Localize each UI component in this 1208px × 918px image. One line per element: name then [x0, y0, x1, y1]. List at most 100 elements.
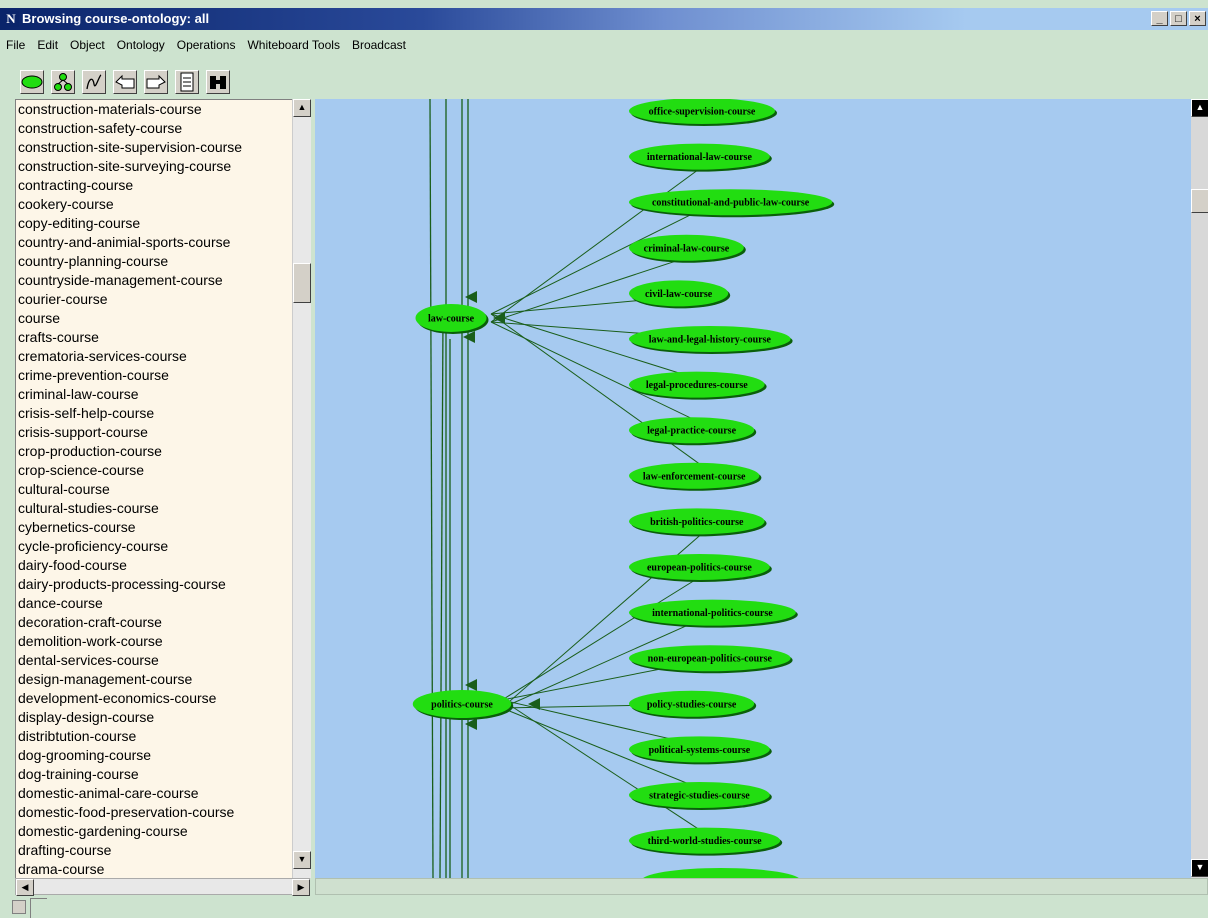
list-item[interactable]: cycle-proficiency-course [16, 537, 292, 556]
list-item[interactable]: crop-production-course [16, 442, 292, 461]
graph-node[interactable]: policy-studies-course [629, 690, 757, 719]
menu-operations[interactable]: Operations [177, 38, 236, 58]
node-label: british-politics-course [650, 517, 744, 528]
scroll-up-button[interactable]: ▲ [293, 99, 311, 117]
list-item[interactable]: domestic-food-preservation-course [16, 803, 292, 822]
list-item[interactable]: cultural-studies-course [16, 499, 292, 518]
menu-edit[interactable]: Edit [37, 38, 58, 58]
parent-node-law[interactable]: law-course [415, 304, 489, 334]
list-item[interactable]: country-planning-course [16, 252, 292, 271]
list-item[interactable]: country-and-animial-sports-course [16, 233, 292, 252]
menu-file[interactable]: File [6, 38, 25, 58]
graph-node[interactable]: constitutional-and-public-law-course [629, 189, 835, 218]
list-item[interactable]: copy-editing-course [16, 214, 292, 233]
parent-node-politics[interactable]: politics-course [412, 690, 514, 720]
graph-node[interactable]: strategic-studies-course [629, 782, 772, 810]
maximize-button[interactable]: □ [1170, 11, 1187, 26]
graph-node[interactable]: criminal-law-course [629, 234, 746, 263]
ellipse-node-icon[interactable] [20, 70, 44, 94]
list-vertical-scrollbar[interactable]: ▲ ▼ [292, 99, 311, 878]
list-item[interactable]: construction-materials-course [16, 100, 292, 119]
list-item[interactable]: demolition-work-course [16, 632, 292, 651]
scroll-right-button[interactable]: ▶ [292, 879, 310, 896]
node-label: law-enforcement-course [643, 471, 746, 482]
scroll-left-button[interactable]: ◀ [16, 879, 34, 896]
list-horizontal-scrollbar[interactable]: ◀ ▶ [15, 878, 310, 896]
list-item[interactable]: drafting-course [16, 841, 292, 860]
list-item[interactable]: development-economics-course [16, 689, 292, 708]
list-item[interactable]: distribtution-course [16, 727, 292, 746]
list-item[interactable]: dental-services-course [16, 651, 292, 670]
list-item[interactable]: domestic-gardening-course [16, 822, 292, 841]
graph-node[interactable]: law-enforcement-course [629, 462, 762, 491]
list-item[interactable]: dance-course [16, 594, 292, 613]
list-item[interactable]: dog-training-course [16, 765, 292, 784]
menu-whiteboard-tools[interactable]: Whiteboard Tools [247, 38, 340, 58]
list-item[interactable]: decoration-craft-course [16, 613, 292, 632]
graph-node[interactable]: european-politics-course [629, 554, 772, 582]
list-item[interactable]: drama-course [16, 860, 292, 879]
node-label: office-supervision-course [649, 107, 756, 118]
list-item[interactable]: display-design-course [16, 708, 292, 727]
list-item[interactable]: cookery-course [16, 195, 292, 214]
binoculars-icon[interactable] [206, 70, 230, 94]
scroll-thumb[interactable] [293, 263, 311, 303]
list-item[interactable]: construction-site-surveying-course [16, 157, 292, 176]
close-button[interactable]: × [1189, 11, 1206, 26]
course-list[interactable]: construction-materials-course constructio… [15, 99, 293, 880]
document-icon[interactable] [175, 70, 199, 94]
graph-node[interactable]: law-and-legal-history-course [629, 326, 793, 354]
scroll-down-button[interactable]: ▼ [293, 851, 311, 869]
list-item[interactable]: construction-site-supervision-course [16, 138, 292, 157]
lock-icon[interactable] [12, 900, 26, 914]
graph-node[interactable]: legal-practice-course [629, 417, 757, 446]
graph-node[interactable]: third-world-studies-course [629, 827, 783, 856]
ontology-graph-canvas[interactable]: office-supervision-course international-l… [315, 99, 1191, 878]
node-label: european-politics-course [647, 563, 752, 574]
graph-node[interactable]: legal-procedures-course [629, 371, 767, 400]
list-item[interactable]: crafts-course [16, 328, 292, 347]
graph-node[interactable]: civil-law-course [629, 280, 731, 309]
list-item[interactable]: crime-prevention-course [16, 366, 292, 385]
partial-graph-node [643, 868, 799, 878]
canvas-scroll-down-button[interactable]: ▼ [1191, 859, 1208, 877]
list-item[interactable]: contracting-course [16, 176, 292, 195]
list-item[interactable]: crisis-self-help-course [16, 404, 292, 423]
back-arrow-icon[interactable] [113, 70, 137, 94]
hierarchy-edge [429, 99, 434, 878]
menu-ontology[interactable]: Ontology [117, 38, 165, 58]
node-label: strategic-studies-course [649, 791, 750, 802]
minimize-button[interactable]: _ [1151, 11, 1168, 26]
list-item[interactable]: domestic-animal-care-course [16, 784, 292, 803]
menu-broadcast[interactable]: Broadcast [352, 38, 406, 58]
graph-node[interactable]: british-politics-course [629, 508, 767, 537]
list-item[interactable]: construction-safety-course [16, 119, 292, 138]
list-item[interactable]: dairy-food-course [16, 556, 292, 575]
list-item[interactable]: cybernetics-course [16, 518, 292, 537]
hierarchy-icon[interactable] [51, 70, 75, 94]
graph-node[interactable]: international-law-course [629, 143, 772, 172]
canvas-vertical-scrollbar[interactable]: ▲ ▼ [1191, 99, 1208, 878]
canvas-scroll-thumb[interactable] [1191, 189, 1208, 213]
list-item[interactable]: countryside-management-course [16, 271, 292, 290]
list-item[interactable]: design-management-course [16, 670, 292, 689]
menu-object[interactable]: Object [70, 38, 105, 58]
canvas-scroll-up-button[interactable]: ▲ [1191, 99, 1208, 117]
canvas-horizontal-scrollbar[interactable] [315, 878, 1208, 895]
forward-arrow-icon[interactable] [144, 70, 168, 94]
list-item[interactable]: dog-grooming-course [16, 746, 292, 765]
status-field [30, 898, 47, 918]
list-item[interactable]: crematoria-services-course [16, 347, 292, 366]
list-item[interactable]: crisis-support-course [16, 423, 292, 442]
list-item[interactable]: courier-course [16, 290, 292, 309]
list-item[interactable]: cultural-course [16, 480, 292, 499]
graph-node[interactable]: international-politics-course [629, 599, 798, 628]
list-item[interactable]: dairy-products-processing-course [16, 575, 292, 594]
graph-node[interactable]: non-european-politics-course [629, 645, 793, 674]
graph-node[interactable]: political-systems-course [629, 736, 772, 765]
list-item[interactable]: crop-science-course [16, 461, 292, 480]
graph-node[interactable]: office-supervision-course [629, 99, 777, 126]
list-item[interactable]: course [16, 309, 292, 328]
list-item[interactable]: criminal-law-course [16, 385, 292, 404]
draw-tool-icon[interactable] [82, 70, 106, 94]
